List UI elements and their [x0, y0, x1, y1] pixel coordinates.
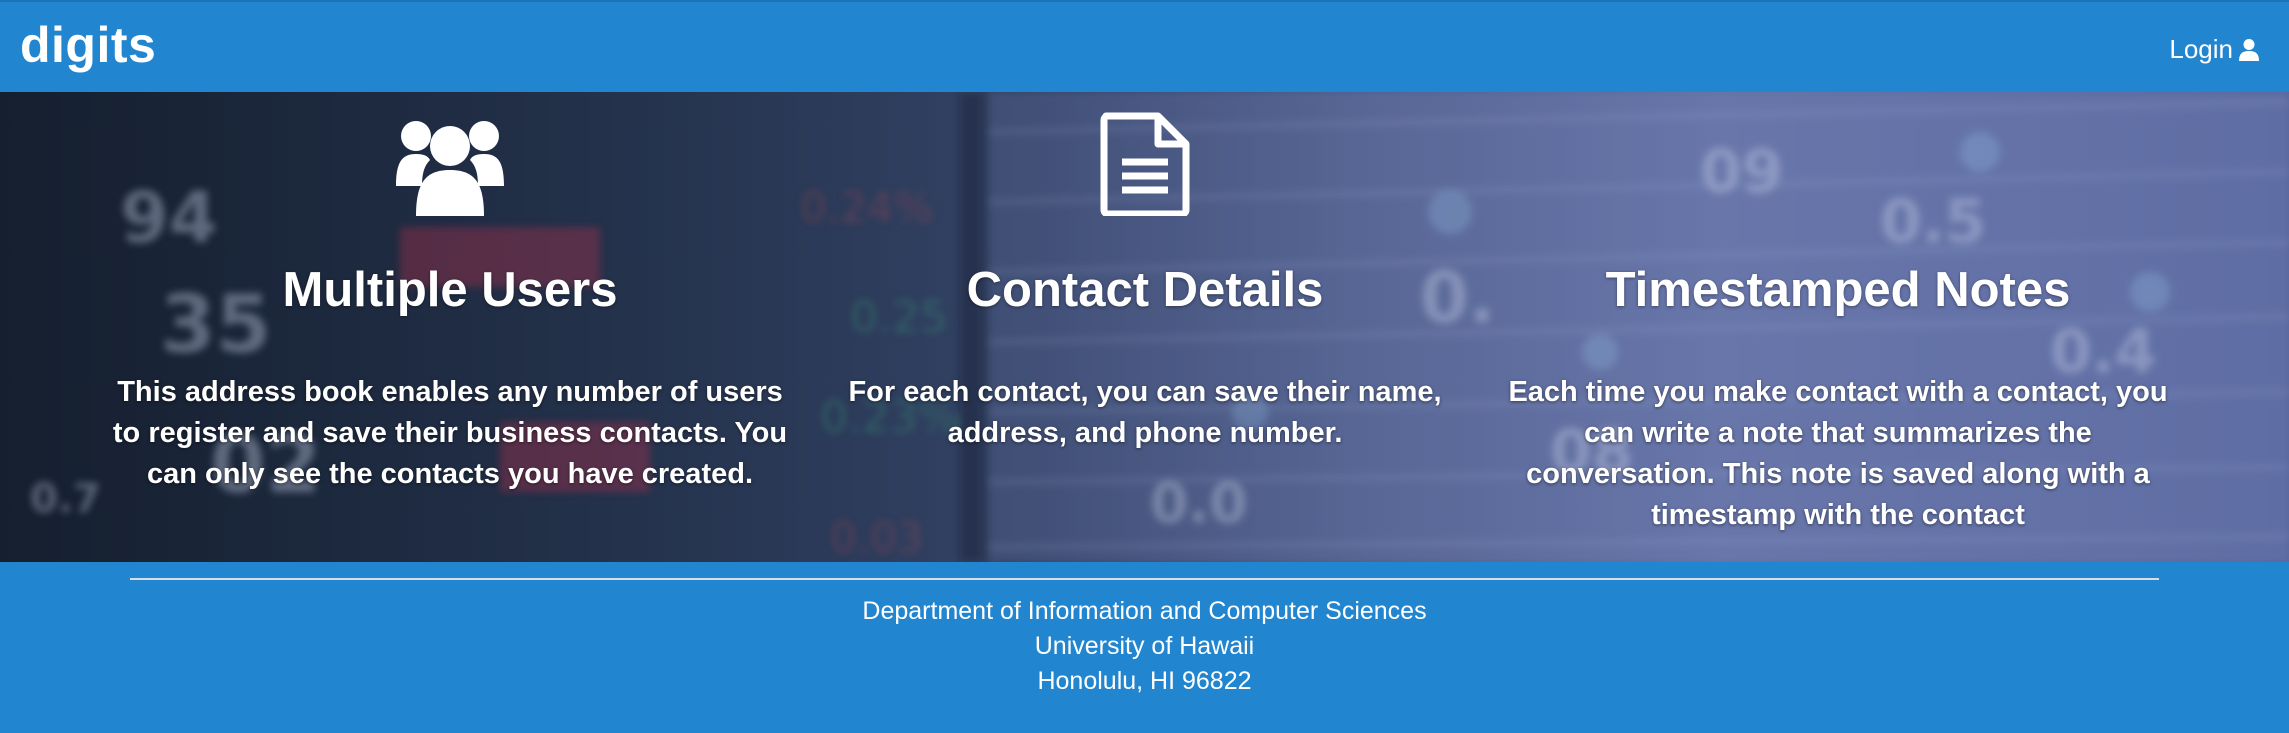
feature-description: Each time you make contact with a contac… [1508, 376, 2168, 531]
footer-department: Department of Information and Computer S… [862, 597, 1427, 625]
brand-logo-link[interactable]: digits [20, 16, 156, 74]
top-navbar: digits Login [0, 0, 2289, 92]
login-label: Login [2169, 34, 2233, 64]
page-footer: Department of Information and Computer S… [0, 562, 2289, 733]
footer-address: Honolulu, HI 96822 [1037, 667, 1252, 695]
hero-banner: 94 35 02 0.7 0. 09 0.5 08 0.4 0.0 0.25 0… [0, 92, 2289, 562]
features-row: Multiple Users This address book enables… [0, 92, 2289, 562]
users-icon [396, 121, 504, 216]
footer-divider [130, 578, 2159, 580]
feature-description: For each contact, you can save their nam… [848, 376, 1442, 449]
feature-title: Timestamped Notes [1605, 263, 2071, 317]
user-icon [2239, 38, 2259, 62]
login-dropdown[interactable]: Login [2169, 34, 2259, 65]
feature-title: Multiple Users [282, 263, 618, 317]
file-text-icon [1100, 112, 1190, 216]
feature-title: Contact Details [966, 263, 1324, 317]
footer-university: University of Hawaii [1034, 632, 1255, 660]
feature-description: This address book enables any number of … [112, 376, 788, 490]
